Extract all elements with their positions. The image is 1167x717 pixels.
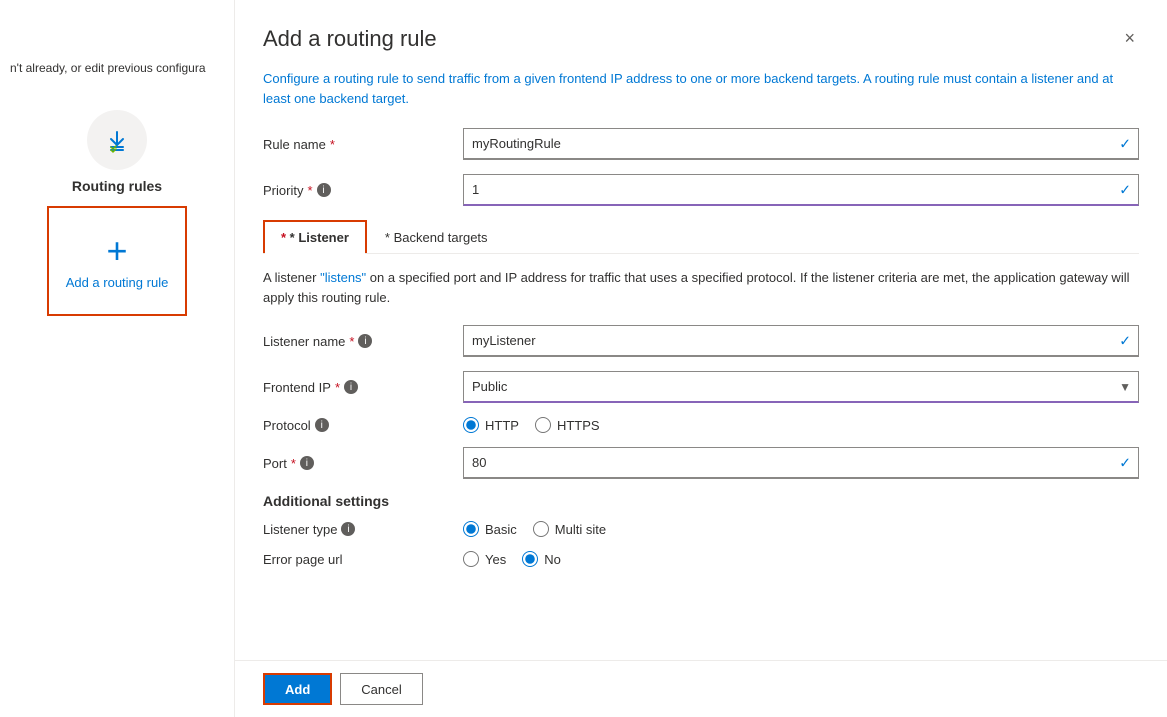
- rule-name-row: Rule name * ✓: [263, 128, 1139, 160]
- dialog-footer: Add Cancel: [235, 660, 1167, 717]
- protocol-info-icon[interactable]: i: [315, 418, 329, 432]
- sidebar: n't already, or edit previous configura …: [0, 0, 235, 717]
- protocol-http-option[interactable]: HTTP: [463, 417, 519, 433]
- frontend-ip-select-wrapper: Public Private ▼: [463, 371, 1139, 403]
- protocol-http-radio[interactable]: [463, 417, 479, 433]
- listener-name-required: *: [349, 334, 354, 349]
- listener-type-basic-label: Basic: [485, 522, 517, 537]
- error-page-label: Error page url: [263, 552, 463, 567]
- listener-type-multi-radio[interactable]: [533, 521, 549, 537]
- listener-description: A listener "listens" on a specified port…: [263, 268, 1139, 307]
- listener-name-row: Listener name * i ✓: [263, 325, 1139, 357]
- error-page-radio-group: Yes No: [463, 551, 561, 567]
- listener-type-basic-option[interactable]: Basic: [463, 521, 517, 537]
- rule-name-required: *: [330, 137, 335, 152]
- priority-check-icon: ✓: [1119, 182, 1131, 199]
- frontend-ip-select[interactable]: Public Private: [463, 371, 1139, 403]
- protocol-label: Protocol i: [263, 418, 463, 433]
- listener-type-info-icon[interactable]: i: [341, 522, 355, 536]
- main-panel: Add a routing rule × Configure a routing…: [235, 0, 1167, 717]
- cancel-button[interactable]: Cancel: [340, 673, 422, 705]
- rule-name-label: Rule name *: [263, 137, 463, 152]
- add-routing-card[interactable]: + Add a routing rule: [47, 206, 187, 316]
- routing-rules-title: Routing rules: [72, 178, 162, 194]
- routing-icon: [87, 110, 147, 170]
- priority-info-icon[interactable]: i: [317, 183, 331, 197]
- port-row: Port * i ✓: [263, 447, 1139, 479]
- listener-type-multi-label: Multi site: [555, 522, 606, 537]
- listener-type-basic-radio[interactable]: [463, 521, 479, 537]
- frontend-ip-label: Frontend IP * i: [263, 380, 463, 395]
- frontend-ip-required: *: [335, 380, 340, 395]
- frontend-ip-info-icon[interactable]: i: [344, 380, 358, 394]
- error-page-yes-label: Yes: [485, 552, 506, 567]
- listener-type-label: Listener type i: [263, 522, 463, 537]
- listener-name-input[interactable]: [463, 325, 1139, 357]
- listener-type-radio-group: Basic Multi site: [463, 521, 606, 537]
- listener-name-check-icon: ✓: [1119, 333, 1131, 350]
- add-button[interactable]: Add: [263, 673, 332, 705]
- listener-name-label: Listener name * i: [263, 334, 463, 349]
- priority-input[interactable]: [463, 174, 1139, 206]
- add-routing-card-label: Add a routing rule: [66, 275, 169, 290]
- port-check-icon: ✓: [1119, 455, 1131, 472]
- port-info-icon[interactable]: i: [300, 456, 314, 470]
- sidebar-bg-text: n't already, or edit previous configura: [0, 60, 234, 77]
- protocol-radio-group: HTTP HTTPS: [463, 417, 600, 433]
- priority-required: *: [307, 183, 312, 198]
- error-page-no-option[interactable]: No: [522, 551, 561, 567]
- dialog-header: Add a routing rule ×: [235, 0, 1167, 69]
- protocol-http-label: HTTP: [485, 418, 519, 433]
- tabs-row: * * Listener * Backend targets: [263, 220, 1139, 254]
- protocol-row: Protocol i HTTP HTTPS: [263, 417, 1139, 433]
- error-page-no-label: No: [544, 552, 561, 567]
- port-required: *: [291, 456, 296, 471]
- close-button[interactable]: ×: [1120, 24, 1139, 53]
- rule-name-input[interactable]: [463, 128, 1139, 160]
- dialog-title: Add a routing rule: [263, 26, 437, 52]
- tab-backend-targets[interactable]: * Backend targets: [367, 220, 506, 253]
- error-page-row: Error page url Yes No: [263, 551, 1139, 567]
- protocol-https-radio[interactable]: [535, 417, 551, 433]
- priority-label: Priority * i: [263, 183, 463, 198]
- tab-listener[interactable]: * * Listener: [263, 220, 367, 253]
- port-label: Port * i: [263, 456, 463, 471]
- priority-row: Priority * i ✓: [263, 174, 1139, 206]
- protocol-https-label: HTTPS: [557, 418, 600, 433]
- error-page-yes-radio[interactable]: [463, 551, 479, 567]
- listener-type-multi-option[interactable]: Multi site: [533, 521, 606, 537]
- priority-input-wrapper: ✓: [463, 174, 1139, 206]
- error-page-no-radio[interactable]: [522, 551, 538, 567]
- plus-icon: +: [106, 233, 127, 269]
- listener-name-input-wrapper: ✓: [463, 325, 1139, 357]
- additional-settings-title: Additional settings: [263, 493, 1139, 509]
- listener-name-info-icon[interactable]: i: [358, 334, 372, 348]
- rule-name-input-wrapper: ✓: [463, 128, 1139, 160]
- port-input[interactable]: [463, 447, 1139, 479]
- frontend-ip-row: Frontend IP * i Public Private ▼: [263, 371, 1139, 403]
- protocol-https-option[interactable]: HTTPS: [535, 417, 600, 433]
- port-input-wrapper: ✓: [463, 447, 1139, 479]
- listener-type-row: Listener type i Basic Multi site: [263, 521, 1139, 537]
- dialog-description: Configure a routing rule to send traffic…: [263, 69, 1139, 108]
- dialog-body: Configure a routing rule to send traffic…: [235, 69, 1167, 660]
- rule-name-check-icon: ✓: [1119, 136, 1131, 153]
- error-page-yes-option[interactable]: Yes: [463, 551, 506, 567]
